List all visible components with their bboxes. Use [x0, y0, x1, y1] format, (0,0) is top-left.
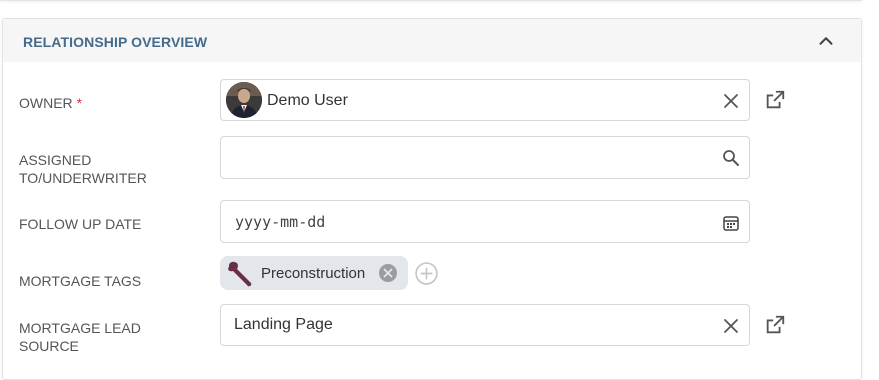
panel-title: RELATIONSHIP OVERVIEW — [23, 34, 208, 50]
cancel-circle-icon[interactable] — [378, 263, 398, 283]
owner-label: OWNER * — [19, 95, 83, 111]
wrench-icon — [228, 261, 252, 287]
add-circle-icon[interactable] — [414, 261, 439, 286]
open-in-new-icon[interactable] — [764, 314, 786, 336]
open-in-new-icon[interactable] — [764, 89, 786, 111]
search-icon[interactable] — [721, 148, 741, 168]
previous-card-edge — [0, 0, 862, 1]
panel-header[interactable]: RELATIONSHIP OVERVIEW — [3, 19, 861, 62]
close-icon[interactable] — [721, 316, 741, 336]
avatar — [226, 82, 262, 118]
follow-up-date-label: FOLLOW UP DATE — [19, 216, 142, 232]
tag-label: Preconstruction — [261, 265, 366, 282]
calendar-icon[interactable] — [721, 213, 741, 233]
assigned-to-field[interactable] — [220, 136, 750, 179]
mortgage-lead-source-field[interactable]: Landing Page — [220, 304, 750, 346]
required-marker: * — [76, 95, 83, 111]
owner-field[interactable]: Demo User — [220, 79, 750, 121]
avatar-photo — [226, 82, 262, 118]
mortgage-tags-label: MORTGAGE TAGS — [19, 273, 142, 289]
lead-source-value: Landing Page — [234, 316, 333, 333]
date-placeholder: yyyy-mm-dd — [235, 213, 326, 231]
assigned-to-label: ASSIGNED TO/UNDERWRITER — [19, 152, 147, 186]
follow-up-date-field[interactable]: yyyy-mm-dd — [220, 200, 750, 243]
mortgage-lead-source-label: MORTGAGE LEAD SOURCE — [19, 320, 141, 354]
close-icon[interactable] — [721, 91, 741, 111]
owner-value: Demo User — [267, 92, 348, 109]
chevron-up-icon[interactable] — [815, 30, 837, 52]
tag-chip[interactable]: Preconstruction — [220, 256, 408, 290]
